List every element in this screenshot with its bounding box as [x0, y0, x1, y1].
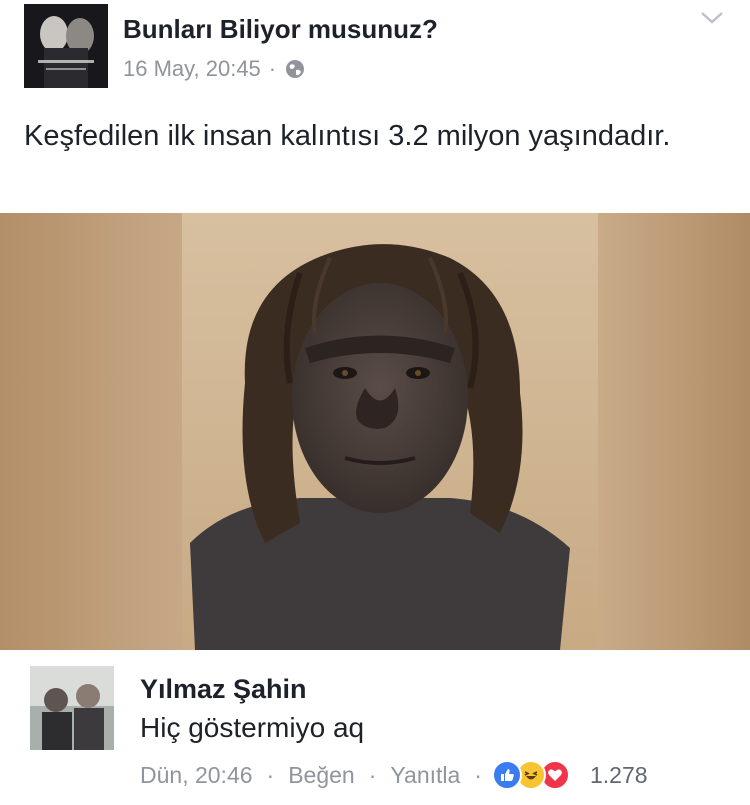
meta-separator: · — [268, 56, 277, 81]
commenter-avatar[interactable] — [30, 666, 114, 750]
action-separator: · — [474, 761, 482, 788]
page-name[interactable]: Bunları Biliyor musunuz? — [123, 14, 438, 45]
comment-actions: Dün, 20:46 · Beğen · Yanıtla · 1.278 — [140, 758, 648, 792]
chevron-down-icon[interactable] — [698, 8, 726, 28]
action-separator: · — [266, 761, 275, 788]
action-separator: · — [368, 761, 377, 788]
comment-text: Hiç göstermiyo aq — [140, 712, 365, 743]
like-icon — [491, 760, 522, 790]
reply-button[interactable]: Yanıtla — [390, 762, 460, 789]
hominid-reconstruction-image — [0, 213, 750, 650]
post-header: Bunları Biliyor musunuz? 16 May, 20:45 · — [0, 0, 750, 100]
post-meta: 16 May, 20:45 · — [123, 56, 306, 82]
globe-icon[interactable] — [284, 58, 306, 80]
reaction-count[interactable]: 1.278 — [590, 762, 648, 789]
comment-author[interactable]: Yılmaz Şahin — [140, 674, 307, 705]
post-text: Keşfedilen ilk insan kalıntısı 3.2 milyo… — [24, 120, 671, 152]
like-button[interactable]: Beğen — [288, 762, 355, 789]
comment: Yılmaz Şahin Hiç göstermiyo aq Dün, 20:4… — [0, 650, 750, 805]
comment-time[interactable]: Dün, 20:46 — [140, 762, 253, 789]
post-image[interactable] — [0, 213, 750, 650]
page-avatar[interactable] — [24, 4, 108, 88]
page-avatar-image — [24, 4, 108, 88]
reactions[interactable] — [491, 760, 570, 790]
post-timestamp[interactable]: 16 May, 20:45 — [123, 56, 261, 82]
commenter-avatar-image — [30, 666, 114, 750]
